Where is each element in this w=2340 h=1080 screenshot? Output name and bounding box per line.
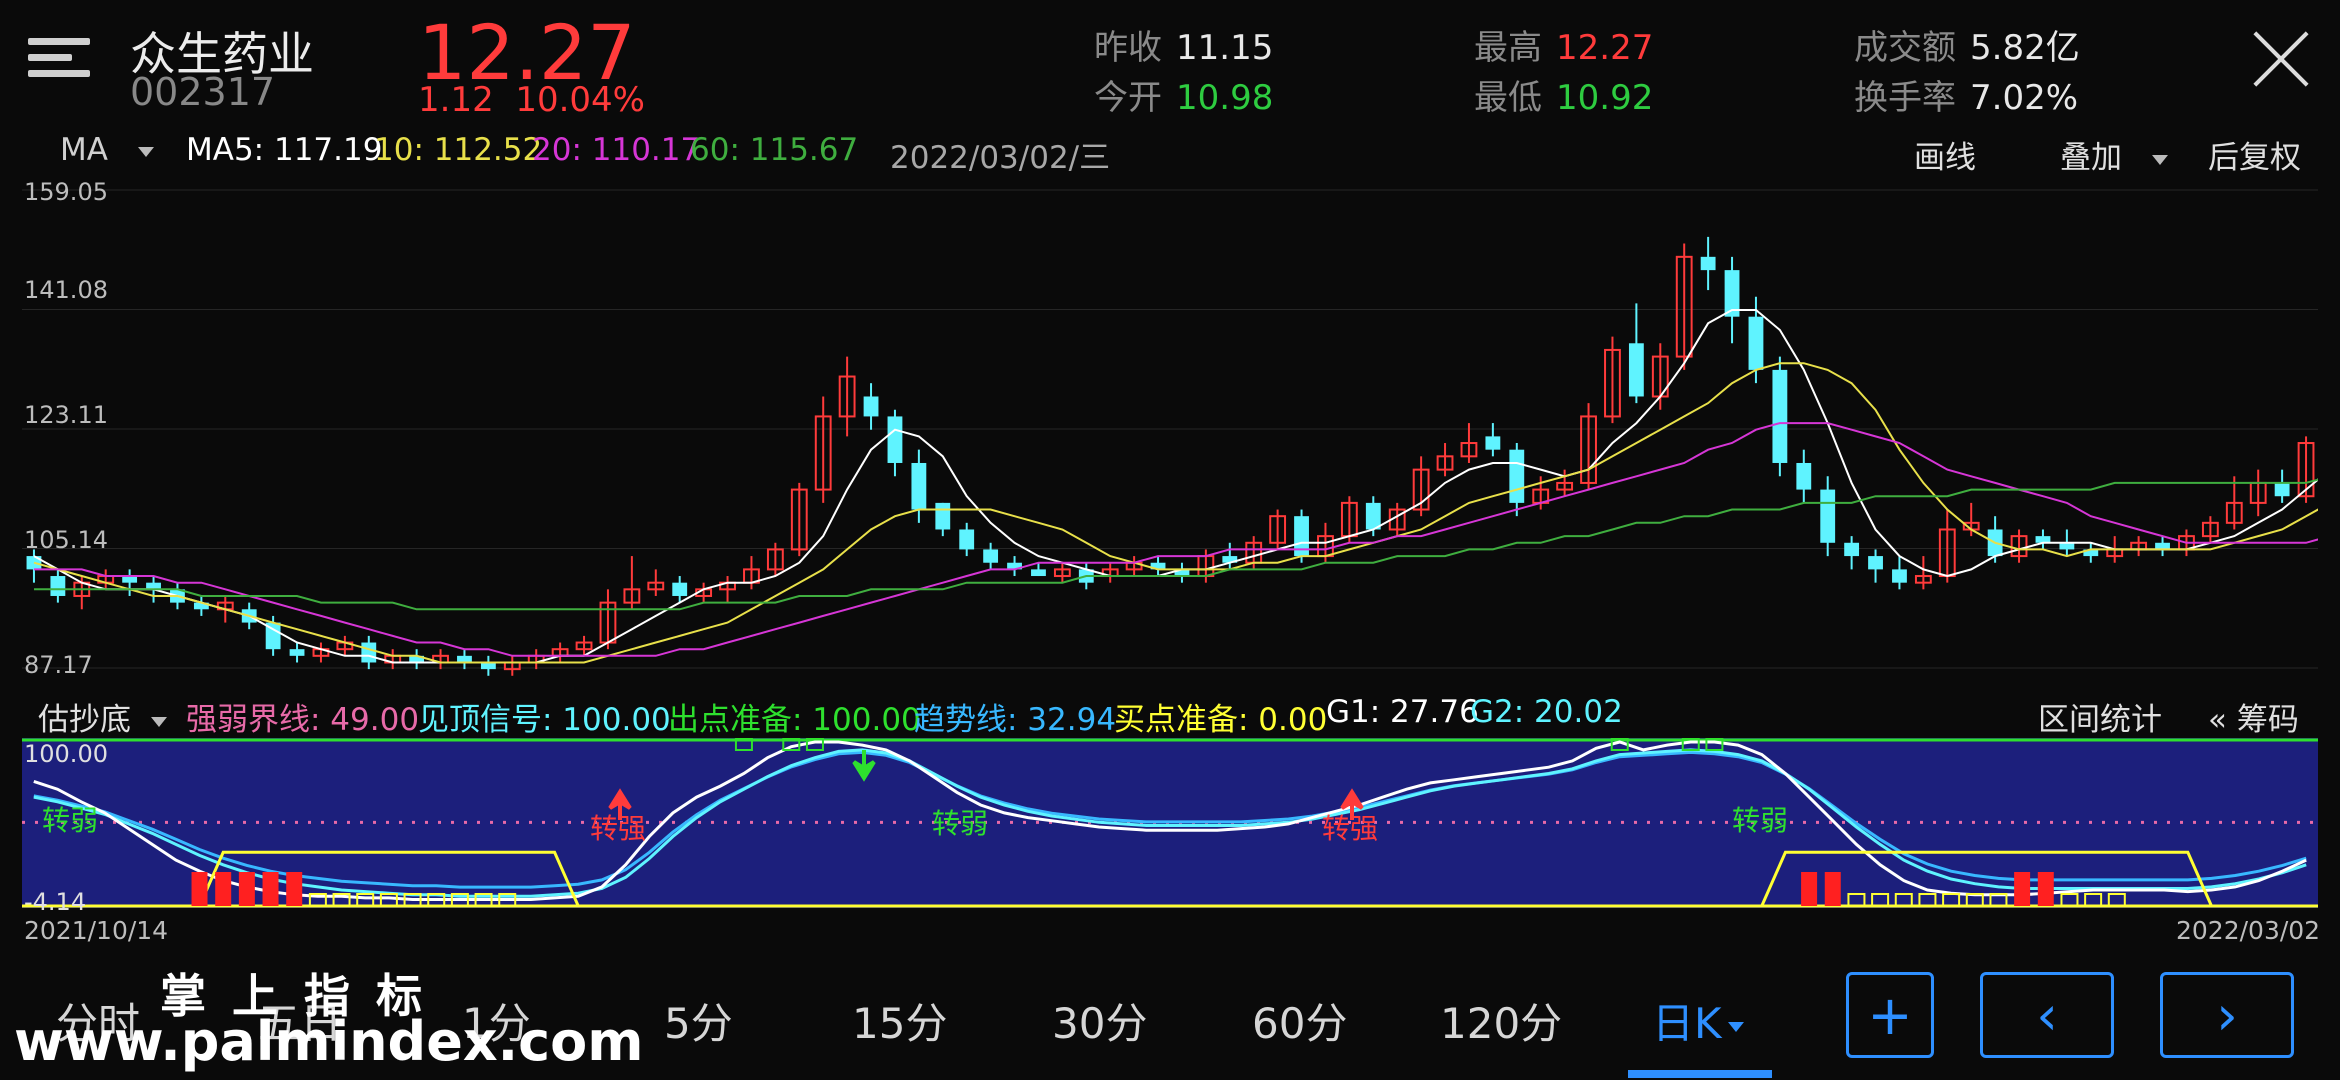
ma-line-ma20 — [34, 422, 2318, 657]
tab-30min[interactable]: 30分 — [1052, 990, 1147, 1051]
axis-label-top: 159.05 — [24, 178, 108, 206]
ind-axis-top: 100.00 — [24, 740, 108, 768]
buy-signal-bar — [2037, 872, 2054, 906]
axis-label-3: 123.11 — [24, 401, 108, 429]
watermark-url: www.palmindex.com — [14, 1010, 644, 1073]
ind-legend-g2: G2: 20.02 — [1470, 694, 1623, 730]
candle-body — [935, 502, 951, 530]
stat-low: 最低 10.92 — [1474, 78, 1654, 118]
candle-body — [672, 582, 688, 596]
chevron-down-icon — [137, 146, 154, 157]
ma5-legend: MA5: 117.19 — [186, 132, 383, 168]
tab-15min[interactable]: 15分 — [852, 990, 947, 1051]
candle-body — [983, 549, 999, 563]
candle-body — [1485, 436, 1501, 450]
buy-signal-bar — [1801, 872, 1818, 906]
candle-body — [1820, 489, 1836, 543]
candle-body — [887, 416, 903, 463]
candle-body — [361, 642, 377, 663]
next-button[interactable]: › — [2160, 972, 2294, 1058]
buy-signal-bar — [2014, 872, 2031, 906]
draw-line-button[interactable]: 画线 — [1914, 132, 1976, 177]
candle-body — [1628, 343, 1644, 397]
ma20-legend: 20: 110.17 — [532, 132, 701, 168]
candlestick-chart[interactable] — [22, 178, 2318, 683]
candle-body — [457, 655, 472, 663]
candle-body — [959, 529, 975, 550]
ind-legend-top-signal: 见顶信号: 100.00 — [418, 702, 671, 738]
axis-label-2: 141.08 — [24, 276, 108, 304]
overlay-button[interactable]: 叠加 — [2060, 132, 2168, 177]
price-change: 1.12 10.04% — [418, 80, 645, 120]
ind-legend-g1: G1: 27.76 — [1326, 694, 1479, 730]
ma-selector[interactable]: MA — [60, 132, 154, 168]
chevron-down-icon — [1727, 1021, 1744, 1032]
cursor-date: 2022/03/02/三 — [890, 140, 1111, 176]
weak-label: 转弱 — [932, 807, 988, 840]
candle-body — [1868, 556, 1883, 570]
candle-body — [122, 576, 138, 583]
chips-button[interactable]: « 筹码 — [2208, 694, 2299, 739]
ind-legend-trend: 趋势线: 32.94 — [914, 702, 1117, 738]
candle-body — [1772, 369, 1788, 463]
tab-60min[interactable]: 60分 — [1252, 990, 1347, 1051]
chevron-down-icon — [2151, 154, 2168, 165]
candle-body — [1700, 256, 1716, 271]
stat-prev-close: 昨收 11.15 — [1094, 28, 1274, 68]
candle-body — [2274, 482, 2290, 497]
stock-code: 002317 — [130, 70, 276, 114]
chevron-down-icon — [150, 716, 167, 727]
candle-body — [911, 462, 927, 510]
tab-120min[interactable]: 120分 — [1440, 990, 1562, 1051]
adjust-button[interactable]: 后复权 — [2208, 132, 2301, 177]
candle-body — [1031, 569, 1046, 577]
ind-legend-threshold: 强弱界线: 49.00 — [186, 702, 420, 738]
axis-label-4: 105.14 — [24, 526, 108, 554]
stat-turnover-amount: 成交额 5.82亿 — [1854, 28, 2080, 68]
ind-axis-bottom: -4.14 — [24, 888, 87, 916]
indicator-selector[interactable]: 估抄底 — [38, 694, 167, 739]
candle-body — [1509, 449, 1525, 503]
candle-body — [1892, 569, 1907, 583]
candle-body — [1844, 542, 1860, 557]
candle-body — [50, 576, 66, 596]
candle-body — [2035, 536, 2051, 543]
tab-daily-k[interactable]: 日K — [1652, 990, 1744, 1051]
start-date: 2021/10/14 — [24, 916, 169, 945]
candle-body — [1796, 462, 1812, 490]
weak-label: 转弱 — [42, 804, 98, 837]
candle-body — [863, 396, 879, 417]
buy-signal-bar — [286, 872, 303, 906]
tab-5min[interactable]: 5分 — [664, 990, 733, 1051]
ma60-legend: 60: 115.67 — [690, 132, 859, 168]
axis-label-bottom: 87.17 — [24, 651, 93, 679]
stat-high: 最高 12.27 — [1474, 28, 1654, 68]
buy-signal-bar — [191, 872, 208, 906]
range-stats-button[interactable]: 区间统计 — [2038, 694, 2162, 739]
buy-signal-bar — [238, 872, 255, 906]
ind-legend-exit-prep: 出点准备: 100.00 — [668, 702, 921, 738]
ma-line-ma60 — [34, 478, 2318, 611]
close-icon[interactable] — [2250, 28, 2312, 90]
end-date: 2022/03/02 — [2176, 916, 2321, 945]
stat-turnover-rate: 换手率 7.02% — [1854, 78, 2079, 118]
ma-line-ma10 — [33, 362, 2318, 664]
add-button[interactable]: + — [1846, 972, 1934, 1058]
buy-signal-bar — [1824, 872, 1841, 906]
buy-signal-bar — [215, 872, 232, 906]
candle-body — [289, 649, 305, 656]
stat-open: 今开 10.98 — [1094, 78, 1274, 118]
ind-legend-buy-prep: 买点准备: 0.00 — [1114, 702, 1328, 738]
buy-signal-bar — [262, 872, 279, 906]
weak-label: 转弱 — [1732, 804, 1788, 837]
prev-button[interactable]: ‹ — [1980, 972, 2114, 1058]
ma-line-ma5 — [33, 309, 2318, 664]
menu-icon[interactable] — [28, 38, 90, 88]
candle-body — [1748, 316, 1764, 370]
active-tab-indicator — [1628, 1070, 1772, 1078]
ma10-legend: 10: 112.52 — [374, 132, 543, 168]
indicator-chart[interactable]: 转弱 转弱 转弱转强 转强 — [22, 738, 2318, 908]
